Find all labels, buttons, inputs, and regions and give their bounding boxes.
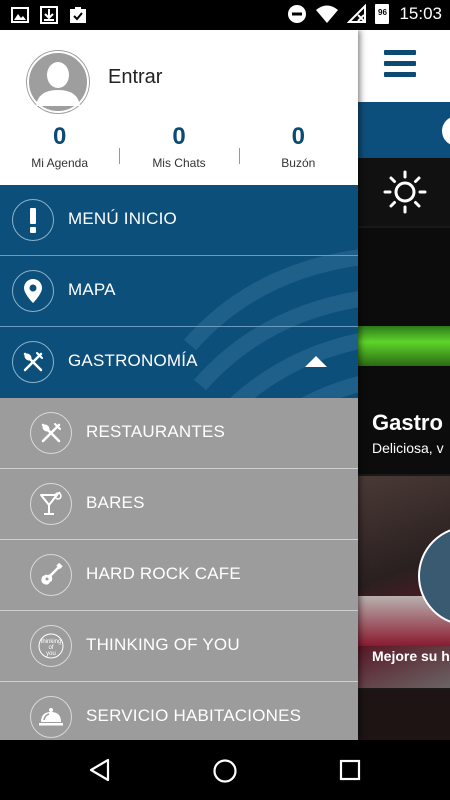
stat-value: 0 [52, 123, 67, 150]
gastronomy-card[interactable]: Gastro Deliciosa, v [358, 228, 450, 474]
stat-label: Buzón [281, 156, 316, 170]
cocktail-icon [30, 483, 72, 525]
stat-label: Mis Chats [152, 156, 206, 170]
card-title: Mejore su h [372, 648, 450, 664]
navigation-drawer: Entrar 0 Mi Agenda 0 Mis Chats 0 Buzón M… [0, 30, 358, 740]
stat-mailbox[interactable]: 0 Buzón [239, 124, 358, 174]
image-icon [11, 7, 29, 23]
card-image [358, 326, 450, 366]
submenu-item-label: HARD ROCK CAFE [86, 564, 241, 583]
menu-item-label: GASTRONOMÍA [68, 351, 198, 370]
submenu-item-label: BARES [86, 493, 145, 512]
menu-item-map[interactable]: MAPA [0, 256, 358, 327]
status-time: 15:03 [399, 4, 442, 23]
battery-level: 96 [378, 8, 387, 17]
avatar[interactable] [26, 50, 90, 114]
gastronomy-submenu: RESTAURANTES BARES HARD ROCK CAFE thinki… [0, 398, 358, 740]
cutlery-icon [12, 341, 54, 383]
login-link[interactable]: Entrar [108, 66, 162, 89]
user-silhouette-icon [27, 51, 89, 113]
weather-bar [358, 158, 450, 226]
background-app: Gastro Deliciosa, v Mejore su h [358, 30, 450, 740]
submenu-item-bars[interactable]: BARES [0, 469, 358, 540]
submenu-item-thinking-of-you[interactable]: thinking of you THINKING OF YOU [0, 611, 358, 682]
submenu-item-restaurants[interactable]: RESTAURANTES [0, 398, 358, 469]
card-title: Gastro [372, 410, 443, 435]
map-pin-icon [12, 270, 54, 312]
next-card[interactable] [358, 690, 450, 740]
download-icon [40, 6, 58, 24]
menu-item-gastronomy[interactable]: GASTRONOMÍA [0, 327, 358, 398]
app-blue-bar [358, 102, 450, 158]
app-bar-control[interactable] [442, 116, 450, 146]
system-nav-bar [0, 740, 450, 800]
menu-item-label: MENÚ INICIO [68, 209, 177, 228]
chevron-up-icon [305, 356, 327, 367]
main-menu: MENÚ INICIO MAPA GASTRONOMÍA [0, 185, 358, 398]
sun-icon [383, 170, 427, 214]
notification-icons [10, 5, 88, 25]
profile-header: Entrar 0 Mi Agenda 0 Mis Chats 0 Buzón [0, 30, 358, 185]
battery-icon: 96 [375, 4, 390, 24]
status-bar: 96 15:03 [0, 0, 450, 30]
menu-item-home[interactable]: MENÚ INICIO [0, 185, 358, 256]
stats-row: 0 Mi Agenda 0 Mis Chats 0 Buzón [0, 124, 358, 174]
stat-value: 0 [172, 123, 186, 150]
stat-chats[interactable]: 0 Mis Chats [119, 124, 238, 174]
system-icons: 96 15:03 [287, 4, 442, 24]
submenu-item-label: SERVICIO HABITACIONES [86, 706, 302, 725]
submenu-item-hard-rock-cafe[interactable]: HARD ROCK CAFE [0, 540, 358, 611]
recent-apps-icon[interactable] [339, 758, 361, 782]
stat-agenda[interactable]: 0 Mi Agenda [0, 124, 119, 174]
submenu-item-label: THINKING OF YOU [86, 635, 240, 654]
wifi-icon [316, 5, 339, 23]
hamburger-menu-icon[interactable] [384, 50, 416, 80]
guitar-icon [30, 554, 72, 596]
do-not-disturb-icon [288, 5, 307, 23]
no-signal-icon [347, 4, 367, 23]
app-top-bar [358, 30, 450, 102]
home-icon[interactable] [212, 758, 238, 784]
thinking-of-you-icon: thinking of you [30, 625, 72, 667]
rooms-card[interactable]: Mejore su h [358, 476, 450, 688]
stat-label: Mi Agenda [31, 156, 89, 170]
submenu-item-label: RESTAURANTES [86, 422, 226, 441]
back-icon[interactable] [88, 758, 112, 782]
clipboard-check-icon [70, 7, 86, 23]
stat-value: 0 [291, 123, 305, 150]
cutlery-icon [30, 412, 72, 454]
room-service-icon [30, 696, 72, 738]
card-subtitle: Deliciosa, v [372, 440, 444, 456]
menu-item-label: MAPA [68, 280, 116, 299]
logo-text: you [46, 651, 56, 657]
submenu-item-room-service[interactable]: SERVICIO HABITACIONES [0, 682, 358, 740]
exclamation-icon [12, 199, 54, 241]
